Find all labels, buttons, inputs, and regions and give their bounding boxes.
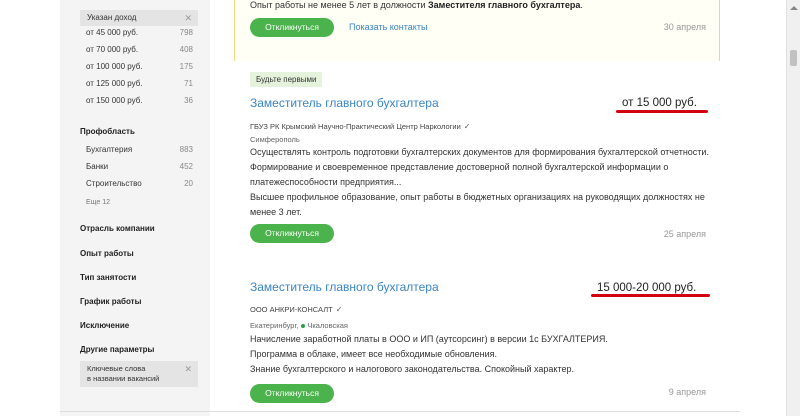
salary-highlight-underline — [591, 294, 710, 297]
be-first-badge: Будьте первыми — [250, 72, 323, 87]
close-icon[interactable]: ✕ — [184, 10, 192, 26]
vacancy-responsibility-line: Программа в облаке, имеет все необходимы… — [250, 349, 498, 359]
income-option[interactable]: от 150 000 руб. 36 — [86, 95, 193, 107]
bottom-edge — [60, 411, 740, 416]
vacancy-title-link[interactable]: Заместитель главного бухгалтера — [250, 280, 439, 294]
vacancy-date: 30 апреля — [663, 22, 706, 32]
show-contacts-link[interactable]: Показать контакты — [349, 22, 427, 32]
verified-check-icon: ✓ — [463, 122, 471, 131]
income-option-count: 36 — [184, 96, 193, 105]
income-option[interactable]: от 100 000 руб. 175 — [86, 61, 193, 73]
vacancy-location: Екатеринбург, Чкаловская — [250, 321, 348, 330]
keywords-chip-line1: Ключевые слова — [87, 364, 146, 373]
income-option[interactable]: от 125 000 руб. 71 — [86, 78, 193, 90]
employer-name[interactable]: ГБУЗ РК Крымский Научно-Практический Цен… — [250, 122, 470, 131]
requirement-suffix: . — [580, 0, 583, 10]
requirement-text: Опыт работы не менее 5 лет в должности — [250, 0, 429, 10]
income-option-count: 408 — [179, 45, 193, 54]
vacancy-responsibility-line: Начисление заработной платы в ООО и ИП (… — [250, 334, 608, 344]
requirement-bold: Заместителя главного бухгалтера — [428, 0, 581, 10]
vacancy-salary: 15 000-20 000 руб. — [597, 282, 697, 294]
profarea-item-count: 883 — [179, 145, 193, 154]
salary-filter-chip-label: Указан доход — [87, 13, 137, 22]
salary-highlight-underline — [616, 110, 708, 113]
vacancy-responsibility: Осуществлять контроль подготовки бухгалт… — [250, 147, 709, 187]
respond-button[interactable]: Откликнуться — [250, 224, 334, 243]
profarea-item-count: 452 — [179, 162, 193, 171]
vacancy-requirement: Знание бухгалтерского и налогового закон… — [250, 364, 574, 374]
income-option-label: от 45 000 руб. — [86, 28, 139, 37]
employer-name-text: ООО АНКРИ-КОНСАЛТ — [250, 305, 333, 314]
profarea-item[interactable]: Банки 452 — [86, 161, 193, 173]
profarea-title: Профобласть — [80, 127, 135, 136]
section-employment-type[interactable]: Тип занятости — [80, 273, 136, 282]
income-option-count: 175 — [179, 62, 193, 71]
respond-button[interactable]: Откликнуться — [250, 384, 334, 403]
income-option[interactable]: от 45 000 руб. 798 — [86, 27, 193, 39]
income-option-label: от 150 000 руб. — [86, 96, 143, 105]
vacancy-title-link[interactable]: Заместитель главного бухгалтера — [250, 96, 439, 110]
verified-check-icon: ✓ — [335, 305, 343, 314]
section-schedule[interactable]: График работы — [80, 297, 141, 306]
keywords-chip-line2: в названии вакансий — [87, 374, 160, 383]
profarea-item-label: Строительство — [86, 179, 142, 188]
income-option-label: от 125 000 руб. — [86, 79, 143, 88]
scroll-thumb[interactable] — [790, 50, 797, 66]
vacancy-salary: от 15 000 руб. — [622, 97, 697, 109]
vacancy-date: 9 апреля — [668, 387, 706, 397]
profarea-item-label: Банки — [86, 162, 109, 171]
profarea-item[interactable]: Строительство 20 — [86, 178, 193, 190]
vacancy-city: Симферополь — [250, 135, 300, 144]
profarea-item-label: Бухгалтерия — [86, 145, 133, 154]
close-icon[interactable]: ✕ — [184, 364, 192, 374]
profarea-item[interactable]: Бухгалтерия 883 — [86, 144, 193, 156]
vacancy-city: Екатеринбург, — [250, 321, 299, 330]
salary-filter-chip[interactable]: Указан доход ✕ — [80, 10, 198, 26]
section-exclusion[interactable]: Исключение — [80, 321, 129, 330]
income-option-label: от 100 000 руб. — [86, 62, 143, 71]
income-option[interactable]: от 70 000 руб. 408 — [86, 44, 193, 56]
section-industry[interactable]: Отрасль компании — [80, 224, 155, 233]
scroll-up-icon[interactable] — [790, 6, 798, 10]
profarea-more-link[interactable]: Еще 12 — [86, 199, 110, 206]
keywords-filter-chip[interactable]: Ключевые слова в названии вакансий ✕ — [80, 361, 198, 387]
employer-name[interactable]: ООО АНКРИ-КОНСАЛТ ✓ — [250, 305, 342, 314]
income-option-count: 71 — [184, 79, 193, 88]
income-option-count: 798 — [179, 28, 193, 37]
section-other-params[interactable]: Другие параметры — [80, 345, 154, 354]
vacancy-date: 25 апреля — [663, 229, 706, 239]
metro-icon — [301, 324, 306, 329]
metro-station: Чкаловская — [307, 321, 348, 330]
respond-button[interactable]: Откликнуться — [250, 18, 334, 37]
vacancy-requirement: Опыт работы не менее 5 лет в должности З… — [250, 0, 583, 10]
section-experience[interactable]: Опыт работы — [80, 249, 134, 258]
profarea-item-count: 20 — [184, 179, 193, 188]
employer-name-text: ГБУЗ РК Крымский Научно-Практический Цен… — [250, 122, 461, 131]
vacancy-requirement: Высшее профильное образование, опыт рабо… — [250, 192, 705, 217]
page-scrollbar[interactable] — [786, 0, 800, 416]
income-option-label: от 70 000 руб. — [86, 45, 139, 54]
